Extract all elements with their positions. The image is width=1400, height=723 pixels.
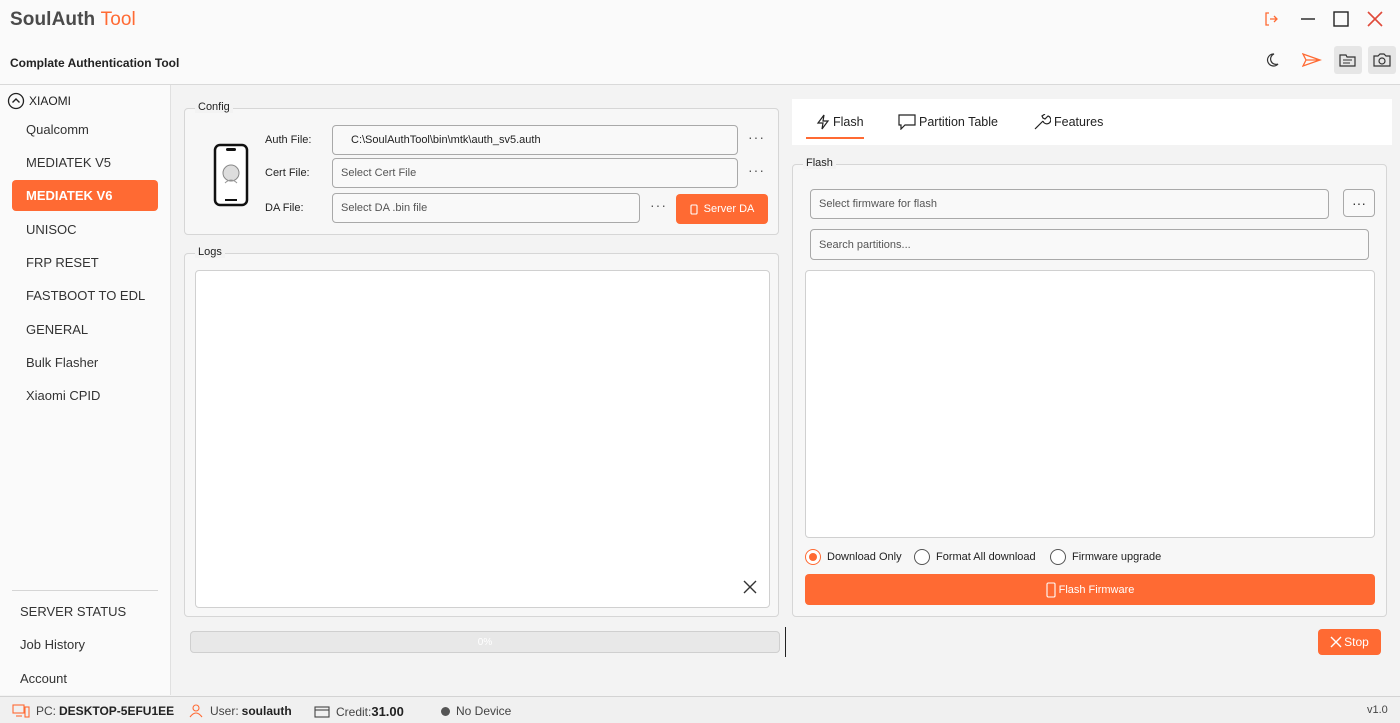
user-icon (189, 704, 203, 718)
moon-icon[interactable] (1258, 46, 1286, 74)
stop-button[interactable]: Stop (1318, 629, 1381, 655)
firmware-field[interactable]: Select firmware for flash (810, 189, 1329, 219)
sidebar-item-qualcomm[interactable]: Qualcomm (12, 114, 158, 145)
pc-status: PC: DESKTOP-5EFU1EE (12, 704, 174, 718)
da-file-field[interactable]: Select DA .bin file (332, 193, 640, 223)
minimize-icon[interactable] (1296, 7, 1320, 31)
sidebar-server-status[interactable]: SERVER STATUS (20, 604, 126, 619)
panel-splitter[interactable] (785, 627, 786, 657)
cert-file-label: Cert File: (265, 167, 310, 179)
send-icon[interactable] (1298, 46, 1326, 74)
sidebar-brand[interactable]: XIAOMI (7, 92, 71, 110)
radio-indicator (914, 549, 930, 565)
status-bar: PC: DESKTOP-5EFU1EE User: soulauth Credi… (0, 696, 1400, 723)
phone-small-icon (690, 203, 698, 215)
active-tab-indicator (806, 137, 864, 139)
device-dot-icon (441, 706, 450, 716)
sidebar: XIAOMI Qualcomm MEDIATEK V5 MEDIATEK V6 … (0, 85, 171, 695)
close-icon (1330, 636, 1342, 648)
app-title-main: SoulAuth (10, 9, 96, 30)
sidebar-item-mediatek-v6[interactable]: MEDIATEK V6 (12, 180, 158, 211)
version-label: v1.0 (1367, 704, 1388, 716)
sidebar-item-xiaomi-cpid[interactable]: Xiaomi CPID (12, 380, 158, 411)
config-title: Config (195, 101, 233, 113)
sidebar-divider (12, 590, 158, 591)
close-icon[interactable] (1363, 7, 1387, 31)
sidebar-item-general[interactable]: GENERAL (12, 314, 158, 345)
logs-area[interactable] (195, 270, 770, 608)
auth-file-field[interactable]: C:\SoulAuthTool\bin\mtk\auth_sv5.auth (332, 125, 738, 155)
phone-small-icon (1046, 581, 1056, 598)
chat-icon (898, 114, 916, 130)
sidebar-brand-label: XIAOMI (29, 94, 72, 108)
computer-icon (12, 704, 30, 718)
clear-logs-icon[interactable] (743, 580, 757, 594)
credit-status: Credit: 31.00 (314, 704, 404, 719)
credit-value: 31.00 (371, 704, 404, 719)
progress-text: 0% (477, 636, 493, 648)
chevron-up-circle-icon (7, 92, 25, 110)
app-title-accent: Tool (100, 9, 136, 30)
device-status: No Device (441, 704, 511, 718)
cert-file-field[interactable]: Select Cert File (332, 158, 738, 188)
search-partitions-input[interactable]: Search partitions... (810, 229, 1369, 260)
credit-card-icon (314, 705, 330, 718)
wrench-icon (1034, 114, 1051, 130)
tab-flash[interactable]: Flash (816, 114, 864, 130)
sidebar-account[interactable]: Account (20, 671, 67, 686)
phone-icon (211, 143, 251, 207)
flash-firmware-button[interactable]: Flash Firmware (805, 574, 1375, 605)
da-file-browse[interactable]: ··· (650, 197, 667, 213)
app-title: SoulAuth Tool (10, 9, 136, 31)
tab-features[interactable]: Features (1033, 114, 1103, 130)
camera-icon[interactable] (1368, 46, 1396, 74)
logout-icon[interactable] (1259, 7, 1283, 31)
logs-group: Logs (184, 246, 779, 617)
progress-bar: 0% (190, 631, 780, 653)
flash-group: Flash Select firmware for flash ··· Sear… (792, 157, 1387, 617)
radio-format-all-download[interactable]: Format All download (914, 549, 1036, 565)
da-file-label: DA File: (265, 202, 304, 214)
radio-indicator (1050, 549, 1066, 565)
folder-icon[interactable] (1334, 46, 1362, 74)
config-group: Config Auth File: C:\SoulAuthTool\bin\mt… (184, 101, 779, 235)
app-subtitle: Complate Authentication Tool (10, 56, 180, 70)
radio-download-only[interactable]: Download Only (805, 549, 902, 565)
sidebar-item-unisoc[interactable]: UNISOC (12, 214, 158, 245)
tab-bar: Flash Partition Table Features (792, 99, 1392, 145)
sidebar-item-frp-reset[interactable]: FRP RESET (12, 247, 158, 278)
sidebar-job-history[interactable]: Job History (20, 637, 85, 652)
sidebar-item-bulk-flasher[interactable]: Bulk Flasher (12, 347, 158, 378)
flash-title: Flash (803, 157, 836, 169)
maximize-icon[interactable] (1329, 7, 1353, 31)
radio-indicator (805, 549, 821, 565)
pc-name: DESKTOP-5EFU1EE (59, 704, 175, 718)
firmware-browse-button[interactable]: ··· (1343, 189, 1375, 217)
user-name: soulauth (241, 704, 292, 718)
tab-partition-table[interactable]: Partition Table (898, 114, 998, 130)
logs-title: Logs (195, 246, 225, 258)
cert-file-browse[interactable]: ··· (748, 162, 765, 178)
radio-firmware-upgrade[interactable]: Firmware upgrade (1050, 549, 1161, 565)
sidebar-item-mediatek-v5[interactable]: MEDIATEK V5 (12, 147, 158, 178)
sidebar-item-fastboot-to-edl[interactable]: FASTBOOT TO EDL (12, 280, 158, 311)
auth-file-browse[interactable]: ··· (748, 129, 765, 145)
server-da-button[interactable]: Server DA (676, 194, 768, 224)
partition-list[interactable] (805, 270, 1375, 538)
lightning-icon (816, 114, 830, 130)
auth-file-label: Auth File: (265, 134, 312, 146)
user-status: User: soulauth (188, 704, 292, 718)
title-bar: SoulAuth Tool Complate Authentication To… (0, 0, 1400, 85)
